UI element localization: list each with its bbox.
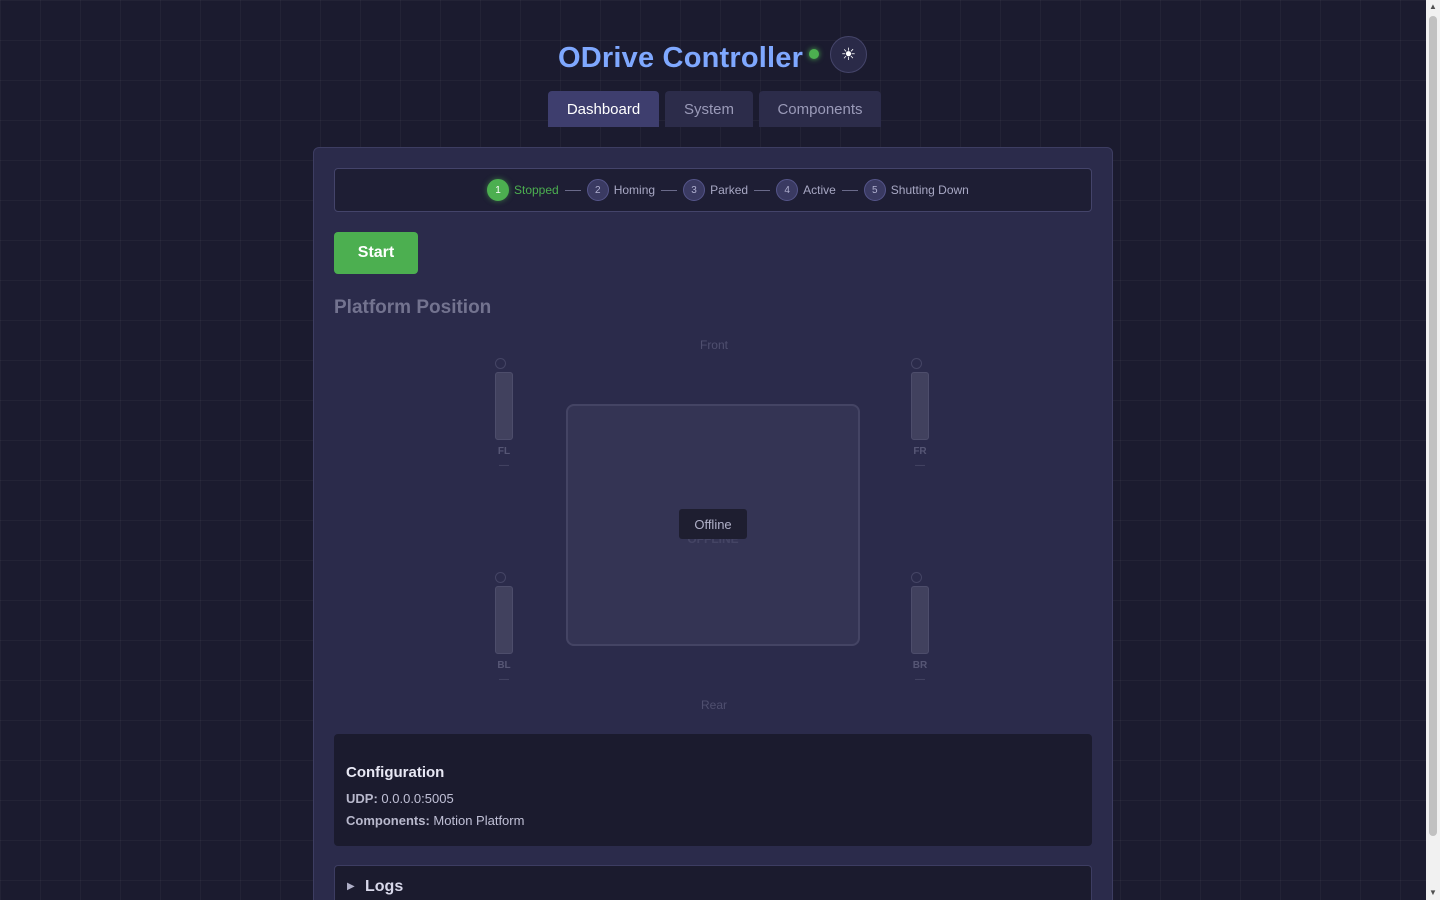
actuator-indicator-icon: [911, 358, 922, 369]
actuator-value: —: [499, 460, 509, 471]
step-connector: [661, 189, 678, 191]
step-label: Active: [803, 183, 836, 197]
page-scrollbar[interactable]: ▲ ▼: [1426, 0, 1440, 900]
expand-arrow-icon: ▶: [347, 881, 355, 892]
tab-system[interactable]: System: [665, 91, 753, 127]
step-label: Stopped: [514, 183, 559, 197]
dashboard-panel: 1 Stopped 2 Homing 3 Parked 4 Active 5 S…: [313, 147, 1113, 900]
tab-dashboard[interactable]: Dashboard: [548, 91, 659, 127]
step-parked: 3 Parked: [683, 179, 748, 201]
config-components-key: Components:: [346, 813, 430, 828]
scroll-up-arrow-icon[interactable]: ▲: [1426, 0, 1440, 14]
scrollbar-thumb[interactable]: [1429, 16, 1437, 836]
start-button[interactable]: Start: [334, 232, 418, 274]
actuator-label: BL: [497, 660, 511, 671]
rear-label: Rear: [700, 698, 727, 712]
scroll-down-arrow-icon[interactable]: ▼: [1426, 886, 1440, 900]
offline-overlay: Offline: [566, 404, 860, 646]
step-label: Homing: [613, 183, 656, 197]
logs-collapsible[interactable]: ▶ Logs: [334, 865, 1092, 900]
config-components-value: Motion Platform: [433, 813, 525, 828]
actuator-value: —: [915, 674, 925, 685]
step-connector: [841, 189, 858, 191]
actuator-bar: [495, 586, 513, 654]
configuration-card: Configuration UDP: 0.0.0.0:5005 Componen…: [334, 734, 1092, 846]
logs-label: Logs: [365, 878, 404, 895]
step-number: 2: [586, 179, 609, 201]
platform-position-heading: Platform Position: [334, 297, 492, 318]
header: ODrive Controller ☀: [0, 36, 1426, 86]
front-label: Front: [699, 338, 728, 352]
config-udp-row: UDP: 0.0.0.0:5005: [346, 791, 454, 806]
actuator-indicator-icon: [911, 572, 922, 583]
step-label: Parked: [710, 183, 749, 197]
step-number: 3: [683, 179, 706, 201]
state-stepper: 1 Stopped 2 Homing 3 Parked 4 Active 5 S…: [334, 168, 1092, 212]
step-homing: 2 Homing: [586, 179, 656, 201]
theme-toggle-button[interactable]: ☀: [830, 36, 867, 73]
step-connector: [754, 189, 771, 191]
actuator-value: —: [499, 674, 509, 685]
step-active: 4 Active: [776, 179, 836, 201]
config-udp-key: UDP:: [346, 791, 378, 806]
actuator-label: FR: [913, 446, 927, 457]
actuator-bar: [911, 372, 929, 440]
step-number: 1: [487, 179, 509, 201]
config-udp-value: 0.0.0.0:5005: [381, 791, 454, 806]
tab-bar: Dashboard System Components: [548, 91, 881, 127]
actuator-bar: [495, 372, 513, 440]
actuator-label: BR: [912, 660, 928, 671]
actuator-indicator-icon: [495, 358, 506, 369]
connection-status-indicator: [809, 49, 819, 59]
step-shutting-down: 5 Shutting Down: [863, 179, 969, 201]
tab-components[interactable]: Components: [759, 91, 881, 127]
step-label: Shutting Down: [890, 183, 969, 197]
actuator-bar: [911, 586, 929, 654]
config-components-row: Components: Motion Platform: [346, 813, 524, 828]
actuator-label: FL: [497, 446, 511, 457]
step-number: 5: [863, 179, 886, 201]
sun-icon: ☀: [840, 44, 857, 65]
offline-badge: Offline: [679, 509, 747, 539]
step-stopped: 1 Stopped: [487, 179, 559, 201]
step-number: 4: [776, 179, 799, 201]
app-title: ODrive Controller: [558, 42, 804, 74]
step-connector: [564, 189, 581, 191]
actuator-value: —: [915, 460, 925, 471]
configuration-title: Configuration: [346, 764, 445, 781]
actuator-indicator-icon: [495, 572, 506, 583]
